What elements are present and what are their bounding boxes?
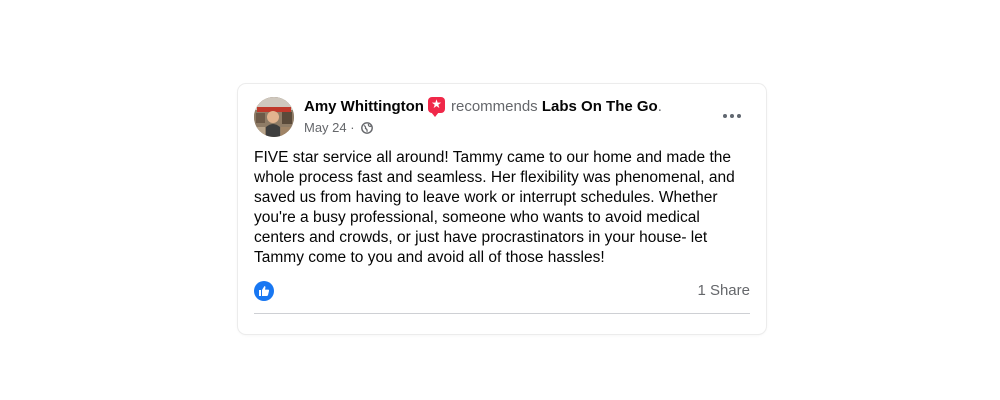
more-options-icon[interactable] (718, 104, 746, 128)
avatar-photo (254, 97, 294, 137)
post-card: Amy Whittington ★ recommends Labs On The G… (238, 84, 766, 334)
post-meta: May 24 · (304, 120, 374, 138)
share-count[interactable]: 1 Share (697, 282, 750, 299)
author-avatar[interactable] (254, 97, 294, 137)
recommend-badge-icon: ★ (427, 97, 445, 117)
period-text: . (657, 98, 662, 115)
action-text: recommends (450, 98, 538, 115)
globe-icon[interactable] (361, 122, 374, 138)
post-date[interactable]: May 24 (304, 120, 347, 135)
divider (254, 313, 750, 314)
post-header: Amy Whittington ★ recommends Labs On The G… (304, 97, 662, 117)
post-body-text: FIVE star service all around! Tammy came… (254, 149, 735, 266)
meta-separator: · (346, 120, 359, 135)
like-reaction-icon[interactable] (254, 281, 274, 301)
page-name-link[interactable]: Labs On The Go (542, 98, 658, 115)
author-name[interactable]: Amy Whittington (304, 98, 424, 115)
